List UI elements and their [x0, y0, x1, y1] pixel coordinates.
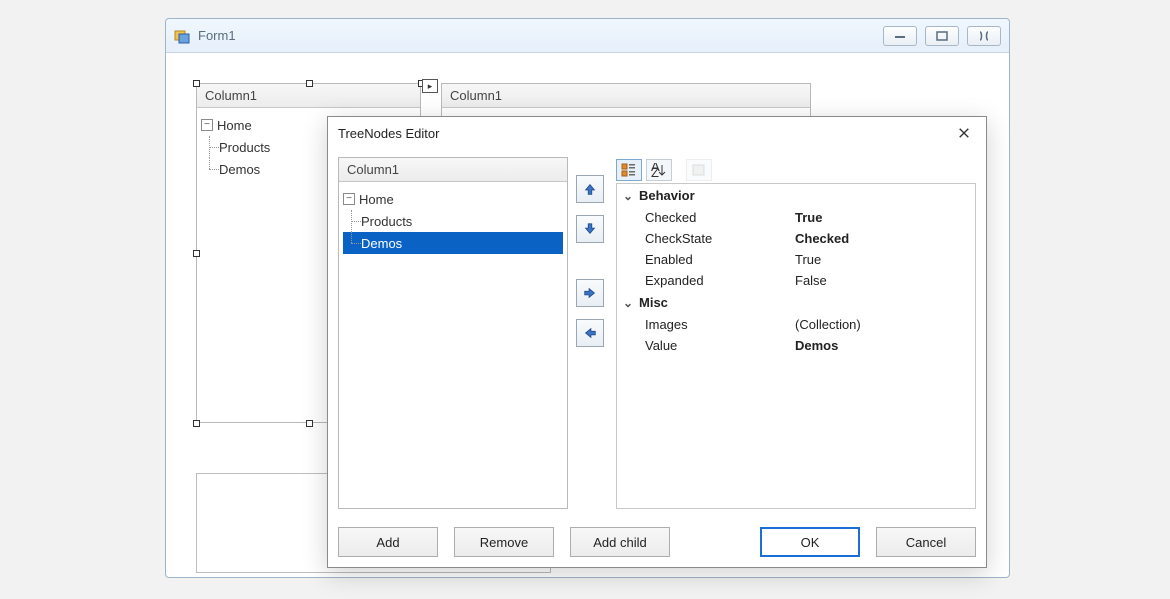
- property-category[interactable]: ⌄ Behavior: [617, 184, 975, 207]
- tree-node-label: Demos: [361, 236, 402, 251]
- resize-handle[interactable]: [193, 420, 200, 427]
- form-titlebar[interactable]: Form1: [166, 19, 1009, 53]
- svg-text:Z: Z: [651, 165, 659, 177]
- property-category-label: Misc: [639, 295, 668, 310]
- property-value[interactable]: (Collection): [795, 317, 975, 332]
- smart-tag-icon[interactable]: ▸: [422, 79, 438, 93]
- arrow-right-icon: [583, 285, 597, 301]
- property-name: Enabled: [645, 252, 795, 267]
- property-grid[interactable]: ⌄ Behavior Checked True CheckState Check…: [616, 183, 976, 509]
- property-value[interactable]: True: [795, 210, 975, 225]
- tree-node-label: Products: [219, 140, 270, 155]
- property-value[interactable]: Checked: [795, 231, 975, 246]
- property-category-label: Behavior: [639, 188, 695, 203]
- categorized-icon: [621, 163, 637, 177]
- tree-node-label: Demos: [219, 162, 260, 177]
- property-row[interactable]: Value Demos: [617, 335, 975, 356]
- tree-branch-icon: [343, 210, 361, 232]
- property-name: CheckState: [645, 231, 795, 246]
- tree-node-label: Home: [359, 192, 394, 207]
- tree-column-header[interactable]: Column1: [197, 84, 420, 108]
- treenodes-editor-dialog: TreeNodes Editor Column1 − Home Products…: [327, 116, 987, 568]
- minimize-button[interactable]: [883, 26, 917, 46]
- tree-body: − Home Products Demos: [339, 182, 567, 508]
- property-name: Images: [645, 317, 795, 332]
- cancel-button[interactable]: Cancel: [876, 527, 976, 557]
- tree-node-child[interactable]: Products: [343, 210, 563, 232]
- dialog-body: Column1 − Home Products Demos: [328, 149, 986, 509]
- ok-button[interactable]: OK: [760, 527, 860, 557]
- close-icon: [958, 126, 970, 140]
- tree-column-header[interactable]: Column1: [442, 84, 810, 108]
- dialog-tree: Column1 − Home Products Demos: [338, 157, 568, 509]
- move-left-button[interactable]: [576, 319, 604, 347]
- property-pages-icon: [691, 163, 707, 177]
- property-grid-panel: AZ ⌄ Behavior Checked True CheckState Ch…: [616, 157, 976, 509]
- move-buttons: [576, 157, 608, 509]
- chevron-down-icon[interactable]: ⌄: [623, 189, 633, 203]
- form-title: Form1: [198, 28, 883, 43]
- add-button[interactable]: Add: [338, 527, 438, 557]
- property-name: Value: [645, 338, 795, 353]
- close-button[interactable]: [967, 26, 1001, 46]
- arrow-left-icon: [583, 325, 597, 341]
- property-name: Expanded: [645, 273, 795, 288]
- property-name: Checked: [645, 210, 795, 225]
- dialog-title: TreeNodes Editor: [338, 126, 952, 141]
- property-row[interactable]: Checked True: [617, 207, 975, 228]
- tree-column-header[interactable]: Column1: [339, 158, 567, 182]
- move-right-button[interactable]: [576, 279, 604, 307]
- remove-button[interactable]: Remove: [454, 527, 554, 557]
- arrow-up-icon: [583, 181, 597, 197]
- maximize-button[interactable]: [925, 26, 959, 46]
- property-value[interactable]: False: [795, 273, 975, 288]
- move-down-button[interactable]: [576, 215, 604, 243]
- arrow-down-icon: [583, 221, 597, 237]
- chevron-down-icon[interactable]: ⌄: [623, 296, 633, 310]
- property-value[interactable]: Demos: [795, 338, 975, 353]
- tree-branch-icon: [343, 232, 361, 254]
- property-row[interactable]: Images (Collection): [617, 314, 975, 335]
- resize-handle[interactable]: [193, 250, 200, 257]
- collapse-icon[interactable]: −: [201, 119, 213, 131]
- add-child-button[interactable]: Add child: [570, 527, 670, 557]
- property-grid-toolbar: AZ: [616, 157, 976, 183]
- property-value[interactable]: True: [795, 252, 975, 267]
- categorized-view-button[interactable]: [616, 159, 642, 181]
- property-category[interactable]: ⌄ Misc: [617, 291, 975, 314]
- tree-node-label: Home: [217, 118, 252, 133]
- tree-branch-icon: [201, 158, 219, 180]
- tree-node-root[interactable]: − Home: [343, 188, 563, 210]
- dialog-close-button[interactable]: [952, 121, 976, 145]
- resize-handle[interactable]: [306, 420, 313, 427]
- resize-handle[interactable]: [193, 80, 200, 87]
- property-row[interactable]: CheckState Checked: [617, 228, 975, 249]
- resize-handle[interactable]: [306, 80, 313, 87]
- property-pages-button: [686, 159, 712, 181]
- tree-node-child-selected[interactable]: Demos: [343, 232, 563, 254]
- tree-node-label: Products: [361, 214, 412, 229]
- tree-branch-icon: [201, 136, 219, 158]
- collapse-icon[interactable]: −: [343, 193, 355, 205]
- dialog-footer: Add Remove Add child OK Cancel: [338, 527, 976, 557]
- window-buttons: [883, 26, 1001, 46]
- alpha-sort-icon: AZ: [651, 163, 667, 177]
- property-row[interactable]: Enabled True: [617, 249, 975, 270]
- dialog-titlebar[interactable]: TreeNodes Editor: [328, 117, 986, 149]
- alphabetical-view-button[interactable]: AZ: [646, 159, 672, 181]
- move-up-button[interactable]: [576, 175, 604, 203]
- property-row[interactable]: Expanded False: [617, 270, 975, 291]
- app-icon: [174, 28, 190, 44]
